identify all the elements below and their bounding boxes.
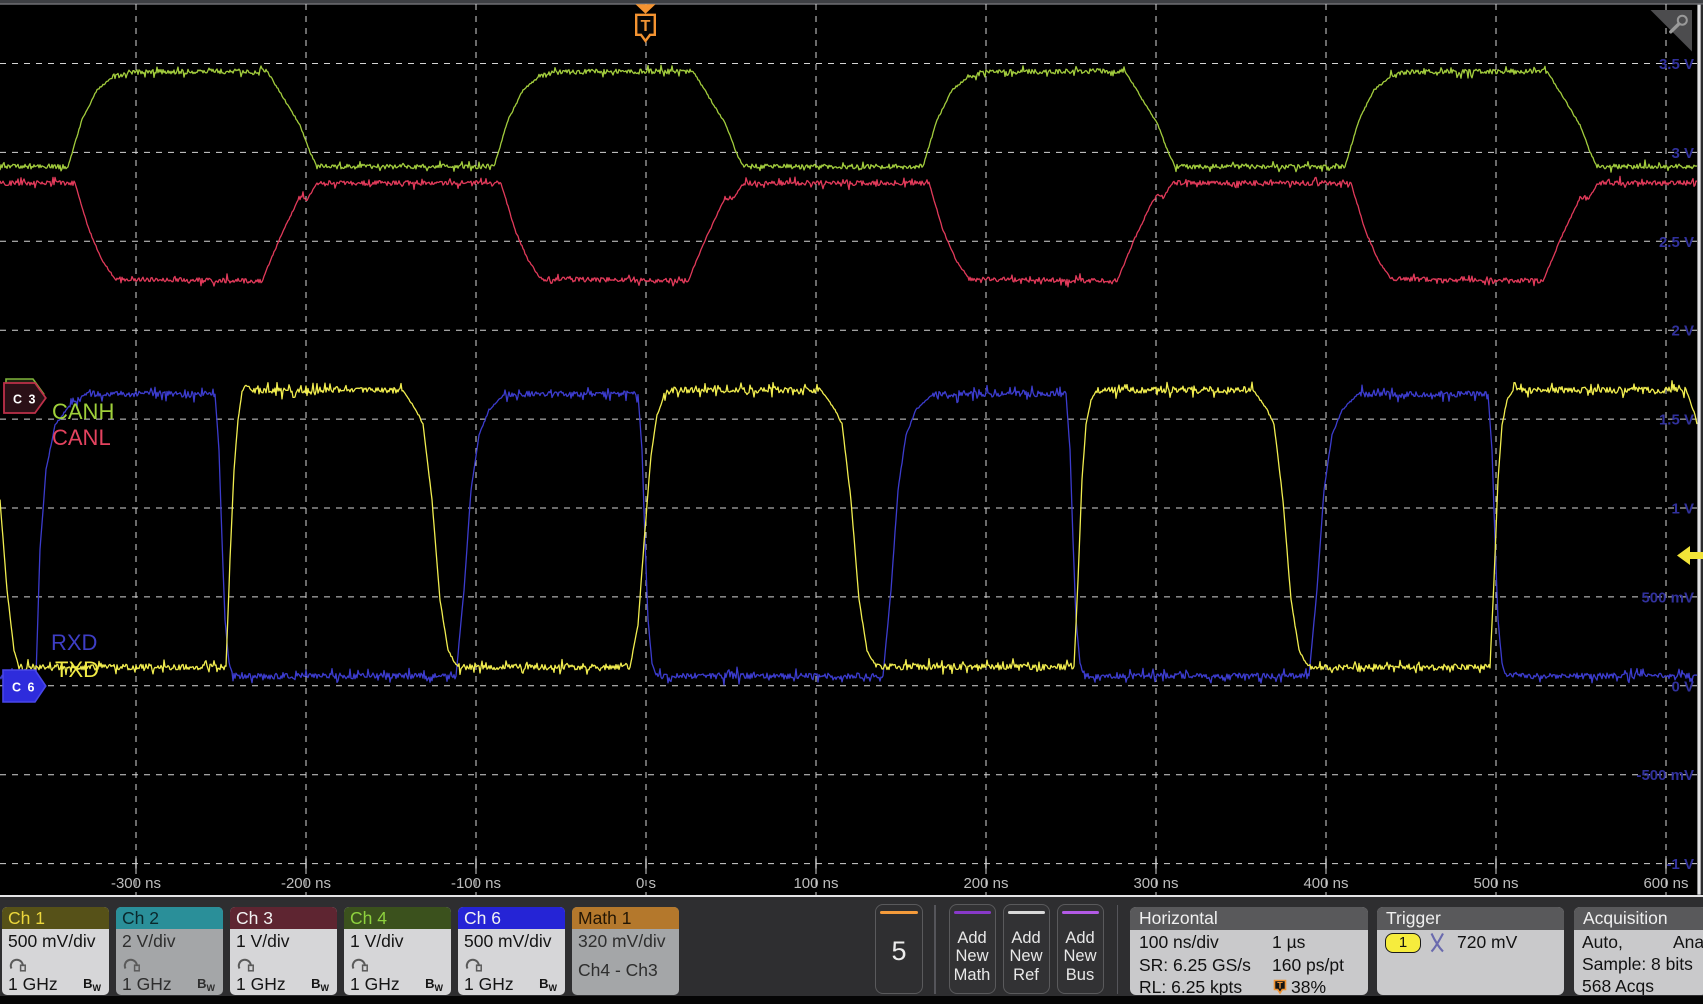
svg-text:2.5 V: 2.5 V xyxy=(1659,234,1694,251)
svg-text:T: T xyxy=(1277,981,1283,991)
svg-text:CANL: CANL xyxy=(52,425,111,450)
svg-text:500 mV: 500 mV xyxy=(1641,589,1694,606)
svg-text:-500 mV: -500 mV xyxy=(1636,767,1694,784)
svg-text:3.5 V: 3.5 V xyxy=(1659,56,1694,73)
svg-text:200 ns: 200 ns xyxy=(963,875,1008,892)
svg-text:-200 ns: -200 ns xyxy=(281,875,331,892)
svg-text:1.5 V: 1.5 V xyxy=(1659,412,1694,429)
svg-text:1 V: 1 V xyxy=(1671,501,1694,518)
svg-text:-1 V: -1 V xyxy=(1666,856,1694,873)
svg-text:3 V: 3 V xyxy=(1671,145,1694,162)
svg-text:500 ns: 500 ns xyxy=(1473,875,1518,892)
svg-text:-300 ns: -300 ns xyxy=(111,875,161,892)
svg-text:TXD: TXD xyxy=(55,657,99,682)
svg-text:400 ns: 400 ns xyxy=(1303,875,1348,892)
svg-text:RXD: RXD xyxy=(51,630,97,655)
svg-text:600 ns: 600 ns xyxy=(1643,875,1688,892)
svg-text:CANH: CANH xyxy=(52,399,114,424)
svg-text:T: T xyxy=(641,18,651,35)
svg-text:100 ns: 100 ns xyxy=(793,875,838,892)
svg-text:300 ns: 300 ns xyxy=(1133,875,1178,892)
svg-text:C 3: C 3 xyxy=(13,393,37,407)
svg-text:C 6: C 6 xyxy=(12,681,36,695)
svg-text:-100 ns: -100 ns xyxy=(451,875,501,892)
svg-text:0 s: 0 s xyxy=(636,875,656,892)
svg-text:2 V: 2 V xyxy=(1671,323,1694,340)
